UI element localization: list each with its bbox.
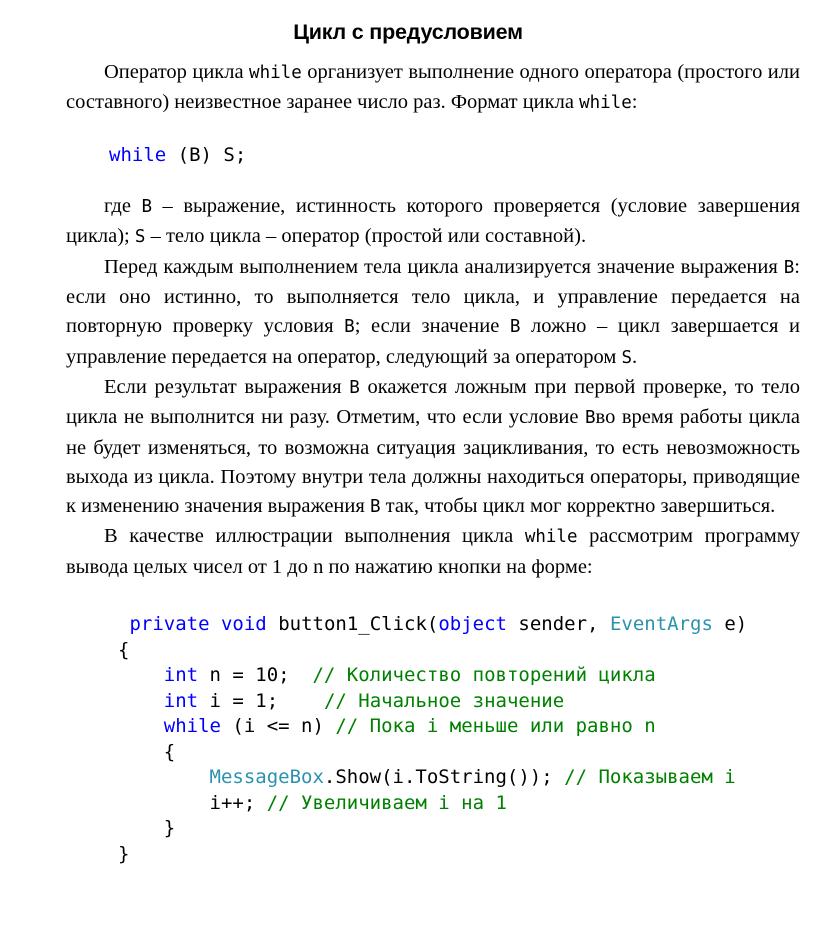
code-token: // Пока i меньше или равно n: [335, 715, 656, 737]
paragraph-evaluation: Перед каждым выполнением тела цикла анал…: [66, 253, 800, 373]
code-token: while: [163, 715, 221, 737]
code-token: EventArgs: [609, 613, 713, 635]
page-title: Цикл с предусловием: [293, 20, 523, 44]
code-token: button1_Click(: [266, 613, 439, 635]
text-run: так, чтобы цикл мог корректно завершитьс…: [380, 495, 776, 518]
document-body: Оператор цикла while организует выполнен…: [0, 46, 816, 867]
inline-code: while: [524, 527, 578, 548]
code-token: MessageBox: [209, 766, 324, 788]
code-line: {: [118, 639, 129, 661]
inline-code: B: [344, 317, 355, 338]
code-token: sender,: [506, 613, 610, 635]
code-token: int: [163, 689, 199, 712]
code-line: {: [118, 741, 175, 763]
inline-code: B: [141, 197, 153, 218]
code-listing: private void button1_Click(object sender…: [66, 612, 800, 867]
code-token: .Show(i.ToString());: [323, 766, 565, 788]
code-token: (B) S;: [166, 144, 247, 167]
code-line: }: [118, 817, 175, 839]
inline-code: S: [621, 347, 633, 368]
code-line: private void button1_Click(object sender…: [118, 613, 747, 635]
paragraph-intro: Оператор цикла while организует выполнен…: [66, 58, 800, 119]
text-run: :: [631, 91, 638, 114]
code-token: void: [220, 613, 267, 635]
code-token: {: [118, 740, 176, 763]
code-token: }: [118, 842, 130, 865]
inline-code: B: [369, 497, 381, 518]
code-token: private: [129, 613, 210, 635]
code-token: // Увеличиваем i на 1: [266, 791, 507, 814]
code-line: i++; // Увеличиваем i на 1: [118, 792, 507, 814]
text-run: Если результат выражения: [104, 375, 350, 398]
inline-code: while: [579, 93, 632, 114]
code-token: n = 10;: [198, 664, 313, 686]
paragraph-false-condition: Если результат выражения B окажется ложн…: [66, 373, 800, 522]
inline-code: while: [249, 62, 302, 83]
paragraph-where-clause: где B – выражение, истинность которого п…: [66, 192, 800, 253]
code-token: // Показываем i: [564, 766, 736, 788]
inline-code: B: [585, 408, 596, 429]
inline-code: S: [134, 227, 146, 248]
code-token: int: [163, 664, 199, 686]
code-line: int n = 10; // Количество повторений цик…: [118, 664, 656, 686]
code-token: e): [712, 613, 748, 635]
text-run: Оператор цикла: [104, 60, 250, 83]
text-run: где: [104, 195, 142, 218]
inline-code: B: [783, 257, 795, 278]
text-run: Перед каждым выполнением тела цикла анал…: [104, 255, 784, 278]
code-token: }: [118, 817, 176, 839]
text-run: В качестве иллюстрации выполнения цикла: [104, 525, 525, 548]
code-token: {: [118, 638, 130, 661]
code-token: while: [109, 144, 167, 167]
code-token: (i <= n): [220, 715, 336, 737]
code-line: while (i <= n) // Пока i меньше или равн…: [118, 715, 656, 737]
code-token: i++;: [118, 791, 267, 814]
code-line: MessageBox.Show(i.ToString()); // Показы…: [118, 766, 736, 788]
text-run: .: [632, 345, 638, 368]
document-page: Цикл с предусловием Оператор цикла while…: [0, 0, 816, 931]
inline-code: B: [509, 317, 521, 338]
inline-code: B: [349, 377, 360, 398]
text-run: – тело цикла – оператор (простой или сос…: [145, 225, 587, 248]
code-line: int i = 1; // Начальное значение: [118, 690, 564, 712]
code-token: // Начальное значение: [323, 689, 565, 712]
syntax-example-line: while (B) S;: [66, 144, 800, 168]
code-token: i = 1;: [198, 689, 324, 712]
text-run: ; если значение: [354, 315, 510, 338]
code-token: object: [438, 613, 507, 635]
code-token: // Количество повторений цикла: [312, 664, 656, 686]
code-line: }: [118, 843, 129, 865]
paragraph-illustration: В качестве иллюстрации выполнения цикла …: [66, 522, 800, 582]
